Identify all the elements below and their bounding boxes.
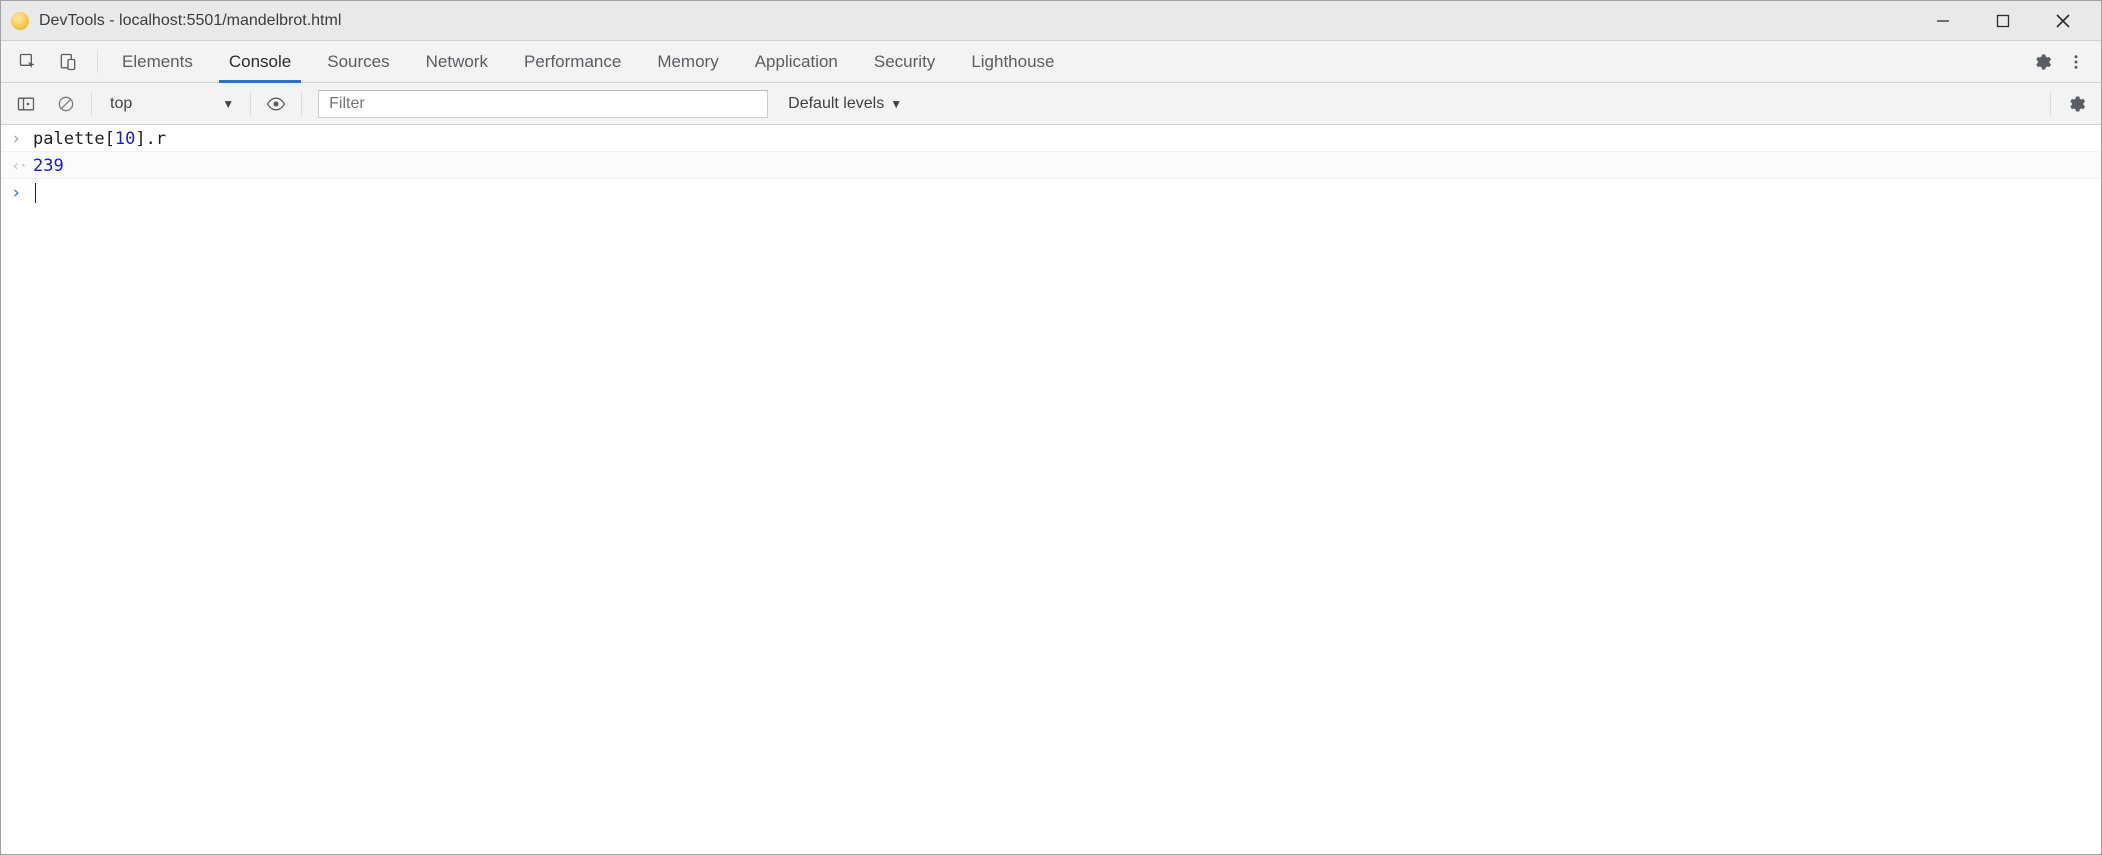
console-filter-input[interactable]	[318, 90, 768, 118]
inspect-icon	[18, 52, 38, 72]
console-result-row: 239	[1, 151, 2101, 179]
devtools-favicon-icon	[11, 12, 29, 30]
settings-button[interactable]	[2027, 47, 2057, 77]
tab-memory[interactable]: Memory	[639, 41, 736, 82]
console-output[interactable]: palette[10].r 239	[1, 125, 2101, 854]
window-maximize-button[interactable]	[1973, 1, 2033, 41]
title-bar: DevTools - localhost:5501/mandelbrot.htm…	[1, 1, 2101, 41]
sidebar-icon	[16, 94, 36, 114]
divider	[301, 92, 302, 116]
tab-performance[interactable]: Performance	[506, 41, 639, 82]
console-prompt-input[interactable]	[33, 183, 36, 203]
log-levels-select[interactable]: Default levels ▼	[788, 95, 902, 113]
tab-network[interactable]: Network	[408, 41, 506, 82]
console-input-code: palette[10].r	[33, 129, 166, 149]
minimize-icon	[1935, 13, 1951, 29]
inspect-element-button[interactable]	[13, 47, 43, 77]
tab-console[interactable]: Console	[211, 41, 309, 82]
console-settings-button[interactable]	[2061, 89, 2091, 119]
panel-tabstrip: Elements Console Sources Network Perform…	[1, 41, 2101, 83]
gear-icon	[2066, 94, 2086, 114]
text-caret	[35, 183, 36, 203]
eye-icon	[266, 94, 286, 114]
console-result-value: 239	[33, 156, 64, 176]
maximize-icon	[1995, 13, 2011, 29]
chevron-down-icon: ▼	[890, 97, 902, 111]
devtools-window: DevTools - localhost:5501/mandelbrot.htm…	[0, 0, 2102, 855]
tab-lighthouse[interactable]: Lighthouse	[953, 41, 1072, 82]
clear-console-button[interactable]	[51, 89, 81, 119]
output-chevron-icon	[11, 156, 33, 176]
tab-security[interactable]: Security	[856, 41, 953, 82]
toggle-console-sidebar-button[interactable]	[11, 89, 41, 119]
console-prompt-row[interactable]	[1, 179, 2101, 205]
kebab-icon	[2067, 53, 2085, 71]
device-icon	[58, 52, 78, 72]
execution-context-label: top	[110, 95, 132, 113]
live-expression-button[interactable]	[261, 89, 291, 119]
prompt-chevron-icon	[11, 183, 33, 203]
window-close-button[interactable]	[2033, 1, 2093, 41]
tab-application[interactable]: Application	[737, 41, 856, 82]
tab-elements[interactable]: Elements	[104, 41, 211, 82]
window-minimize-button[interactable]	[1913, 1, 1973, 41]
console-input-row: palette[10].r	[1, 125, 2101, 151]
divider	[250, 92, 251, 116]
input-chevron-icon	[11, 129, 33, 149]
close-icon	[2055, 13, 2071, 29]
divider	[91, 92, 92, 116]
gear-icon	[2032, 52, 2052, 72]
log-levels-label: Default levels	[788, 95, 884, 113]
clear-icon	[56, 94, 76, 114]
execution-context-select[interactable]: top ▼	[102, 93, 240, 115]
more-options-button[interactable]	[2061, 47, 2091, 77]
divider	[2050, 92, 2051, 116]
device-toolbar-button[interactable]	[53, 47, 83, 77]
tab-sources[interactable]: Sources	[309, 41, 407, 82]
console-toolbar: top ▼ Default levels ▼	[1, 83, 2101, 125]
window-title: DevTools - localhost:5501/mandelbrot.htm…	[39, 12, 341, 30]
chevron-down-icon: ▼	[222, 97, 234, 111]
